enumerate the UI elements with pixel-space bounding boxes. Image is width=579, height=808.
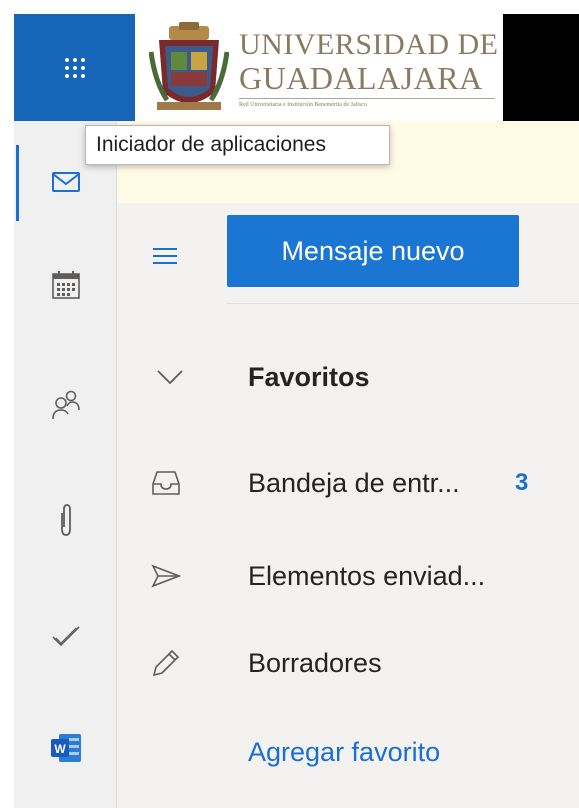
waffle-icon bbox=[64, 57, 85, 78]
university-seal-icon bbox=[149, 22, 229, 110]
toolbar-divider bbox=[227, 303, 579, 304]
navigation-toggle-button[interactable] bbox=[145, 236, 185, 276]
folder-label-drafts: Borradores bbox=[248, 647, 382, 678]
pencil-icon bbox=[149, 646, 183, 680]
hamburger-icon bbox=[153, 248, 177, 264]
folder-label-sent: Elementos enviad... bbox=[248, 560, 486, 591]
people-icon bbox=[51, 390, 80, 420]
svg-text:W: W bbox=[54, 742, 66, 756]
logo-divider bbox=[239, 98, 495, 99]
favorites-header[interactable]: Favoritos bbox=[117, 347, 579, 407]
logo-tagline: Red Universitaria e Institución Beneméri… bbox=[239, 102, 367, 108]
calendar-icon bbox=[51, 271, 80, 299]
send-icon bbox=[149, 559, 183, 593]
unread-count-badge: 3 bbox=[515, 469, 529, 496]
chevron-down-icon[interactable] bbox=[153, 360, 187, 394]
app-rail: W bbox=[14, 121, 117, 808]
folder-item-inbox[interactable]: Bandeja de entr... 3 bbox=[117, 453, 579, 513]
rail-item-word[interactable]: W bbox=[14, 705, 117, 791]
mail-icon bbox=[51, 172, 80, 192]
rail-item-todo[interactable] bbox=[14, 593, 117, 679]
rail-item-files[interactable] bbox=[14, 477, 117, 563]
logo-text-line2: GUADALAJARA bbox=[239, 60, 483, 96]
add-favorite-label: Agregar favorito bbox=[248, 736, 441, 767]
rail-item-people[interactable] bbox=[14, 362, 117, 448]
folder-label-inbox: Bandeja de entr... bbox=[248, 467, 460, 498]
rail-item-calendar[interactable] bbox=[14, 242, 117, 328]
add-favorite-link[interactable]: Agregar favorito bbox=[117, 722, 579, 782]
inbox-icon bbox=[149, 466, 183, 500]
folder-item-drafts[interactable]: Borradores bbox=[117, 633, 579, 693]
folder-item-sent[interactable]: Elementos enviad... bbox=[117, 546, 579, 606]
word-icon: W bbox=[50, 734, 81, 762]
favorites-label: Favoritos bbox=[248, 361, 370, 392]
app-launcher-button[interactable] bbox=[14, 14, 135, 121]
checkmark-icon bbox=[51, 626, 80, 647]
top-strip bbox=[0, 0, 579, 14]
new-message-button[interactable]: Mensaje nuevo bbox=[227, 215, 519, 287]
paperclip-icon bbox=[60, 504, 71, 536]
university-logo[interactable]: UNIVERSIDAD DE GUADALAJARA Red Universit… bbox=[135, 14, 503, 121]
app-launcher-tooltip: Iniciador de aplicaciones bbox=[85, 125, 390, 165]
logo-text-line1: UNIVERSIDAD DE bbox=[239, 28, 499, 61]
